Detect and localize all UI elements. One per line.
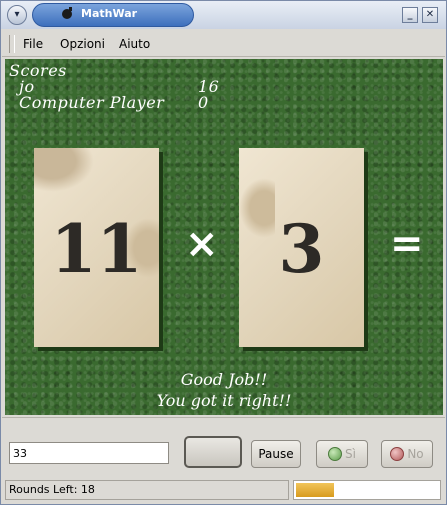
minimize-icon: _: [407, 9, 413, 20]
round-progress-bar: [293, 480, 441, 500]
left-card: 11: [34, 148, 159, 347]
feedback-line-1: Good Job!!: [180, 370, 268, 389]
feedback-line-2: You got it right!!: [156, 391, 292, 410]
green-led-icon: [328, 446, 343, 461]
status-bar: Rounds Left: 18: [2, 478, 445, 504]
computer-score: 0: [198, 93, 209, 112]
red-led-icon: [390, 446, 405, 461]
window-title: MathWar: [81, 7, 138, 20]
answer-input[interactable]: [9, 442, 169, 464]
bomb-icon: [62, 7, 72, 19]
no-button[interactable]: No: [381, 440, 433, 468]
submit-button[interactable]: [184, 436, 242, 468]
equals-sign: =: [390, 221, 424, 267]
menu-file[interactable]: File: [23, 37, 43, 51]
window-menu-button[interactable]: ▾: [7, 5, 27, 25]
rounds-left-status: Rounds Left: 18: [5, 480, 289, 500]
minimize-button[interactable]: _: [402, 7, 418, 23]
menu-opzioni[interactable]: Opzioni: [60, 37, 105, 51]
menu-aiuto[interactable]: Aiuto: [119, 37, 150, 51]
no-label: No: [407, 447, 424, 461]
title-bar[interactable]: ▾ MathWar _ ✕: [1, 1, 446, 29]
left-card-number: 11: [50, 210, 143, 288]
round-progress-fill: [296, 483, 334, 497]
menu-bar: File Opzioni Aiuto: [2, 30, 445, 57]
yes-button[interactable]: Sì: [316, 440, 368, 468]
right-card: 3: [239, 148, 364, 347]
right-card-number: 3: [278, 210, 325, 288]
menu-grip[interactable]: [9, 35, 15, 53]
pause-button[interactable]: Pause: [251, 440, 301, 468]
app-window: ▾ MathWar _ ✕ File Opzioni Aiuto Scores …: [0, 0, 447, 505]
close-button[interactable]: ✕: [422, 7, 438, 23]
scores-heading: Scores: [9, 61, 67, 80]
chevron-down-icon: ▾: [14, 9, 20, 20]
control-panel: Pause Sì No: [2, 417, 445, 477]
computer-name: Computer Player: [19, 93, 165, 112]
multiply-operator: ×: [185, 221, 219, 267]
close-icon: ✕: [425, 9, 435, 20]
yes-label: Sì: [345, 447, 356, 461]
game-board: Scores jo 16 Computer Player 0 11 × 3 = …: [5, 59, 443, 415]
